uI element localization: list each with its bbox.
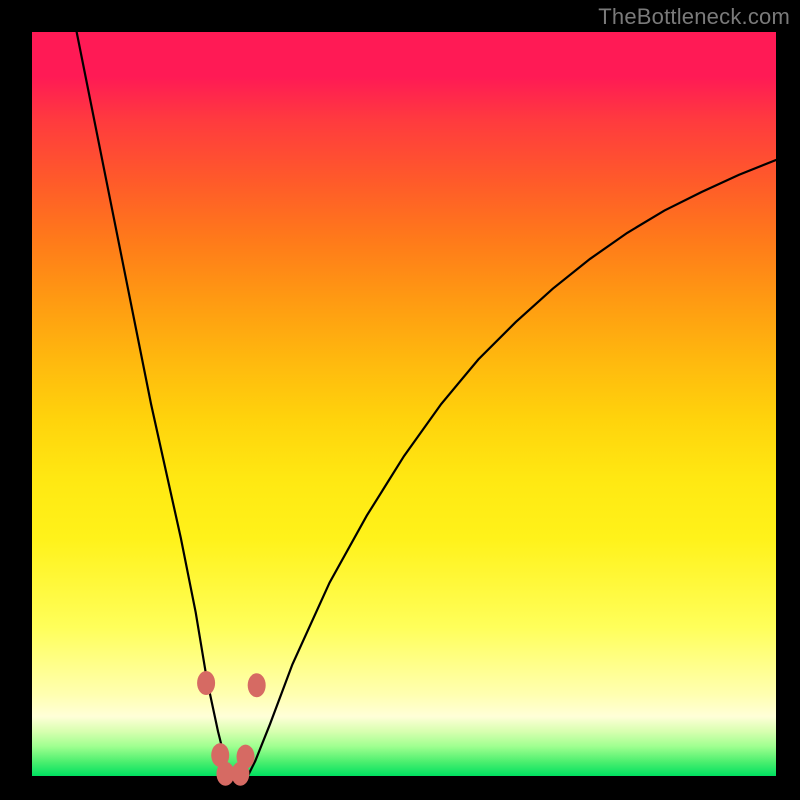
bottleneck-curve xyxy=(77,32,776,776)
curve-markers xyxy=(197,671,266,786)
chart-frame: TheBottleneck.com xyxy=(0,0,800,800)
curve-marker xyxy=(231,762,249,786)
curve-marker xyxy=(248,673,266,697)
curve-marker xyxy=(197,671,215,695)
plot-area xyxy=(32,32,776,776)
watermark-text: TheBottleneck.com xyxy=(598,4,790,30)
curve-svg xyxy=(32,32,776,776)
